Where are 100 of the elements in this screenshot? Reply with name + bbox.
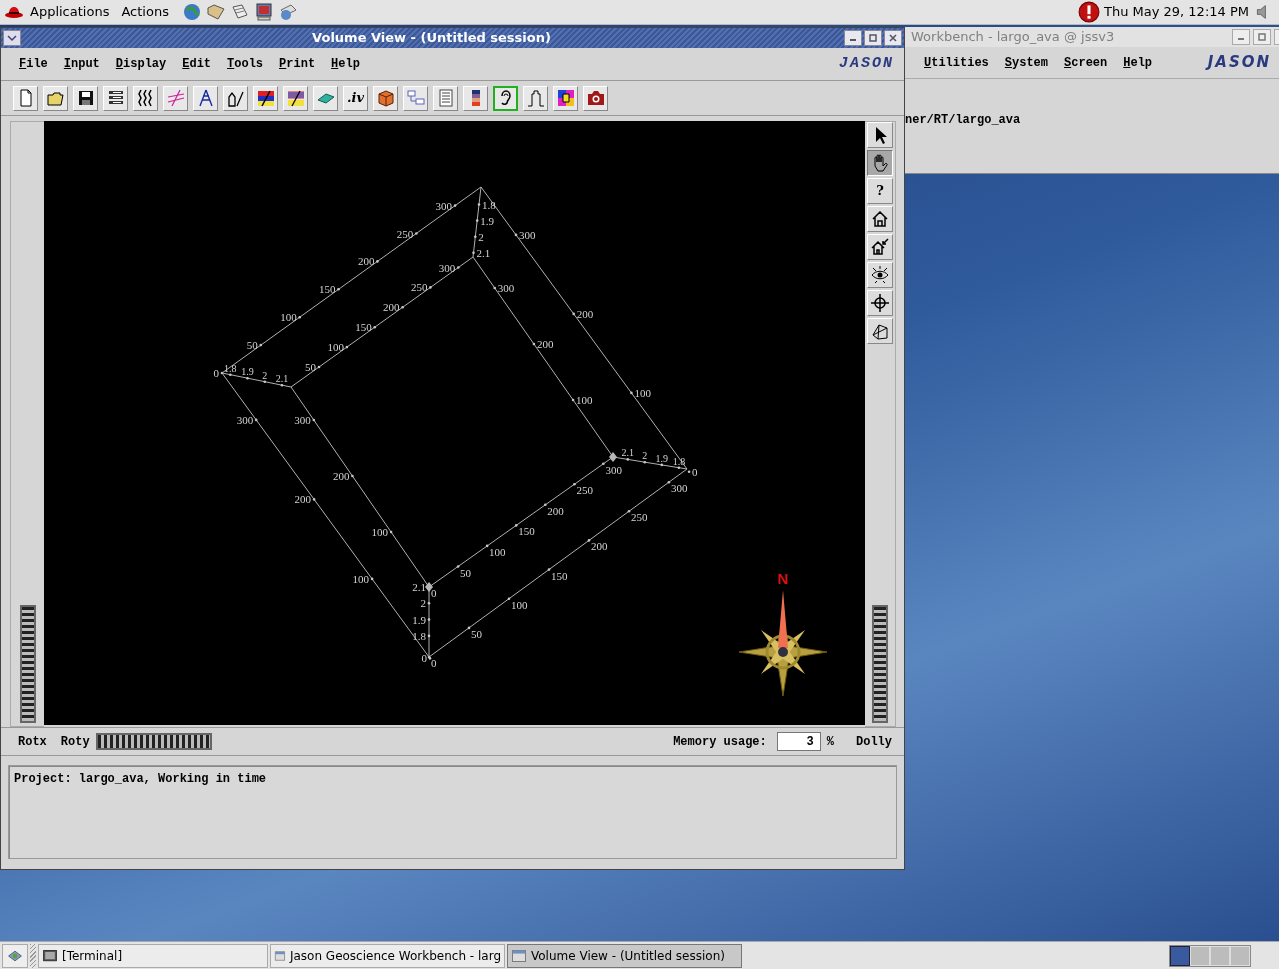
menu-item[interactable]: Edit [182,55,212,73]
axis-label: 200 [357,255,375,268]
axis-label: 150 [551,569,568,582]
axis-label: 300 [670,482,688,495]
menu-item[interactable]: System [1004,53,1049,72]
axis-label: 100 [352,572,370,585]
menu-item[interactable]: Input [63,55,100,73]
axis-label: 0 [431,587,437,599]
crossing-lines-icon [165,88,186,108]
menu-item[interactable]: Help [1123,53,1153,72]
panel-menu[interactable]: Actions [121,2,169,22]
axis-label: 0 [692,465,698,478]
thumbwheel[interactable] [872,605,888,723]
axis-label: 2 [642,450,648,462]
axis-label: 150 [319,283,336,296]
axis-label: 1.9 [655,452,669,464]
axis-label: 2 [478,230,484,243]
unit-label: % [826,733,834,751]
menu-item[interactable]: Screen [1064,53,1108,72]
axis-label: 250 [410,281,428,294]
workspace-cell[interactable] [1170,945,1190,966]
alert-icon[interactable] [1077,1,1100,23]
axis-label: 300 [605,463,622,476]
axis-label: 50 [246,339,258,352]
axis-label: 200 [536,338,554,350]
wheel-label: Roty [60,733,90,751]
axis-label: 300 [497,282,515,294]
axis-label: 100 [280,311,297,324]
toolbar-button[interactable]: .iv [343,85,368,111]
axis-label: 50 [460,566,472,579]
axis-label: 200 [591,540,608,553]
folder-icon[interactable] [204,2,227,22]
task-button[interactable]: Jason Geoscience Workbench - larg [270,943,505,968]
hat-icon[interactable] [4,4,24,20]
axis-label: 2.1 [476,246,491,259]
logo: JASON [1207,52,1271,74]
field-label: Memory usage: [673,733,767,751]
message-text: Project: largo_ava, Working in time [14,771,267,788]
menu-item[interactable]: Display [115,55,167,73]
clock[interactable]: Thu May 29, 12:14 PM [1103,2,1249,22]
axis-label: 300 [236,413,254,426]
path-text: ner/RT/largo_ava [905,112,1021,129]
perspective-icon [870,321,890,341]
striped-bars-icon [285,88,306,108]
axis-label: 50 [305,361,316,373]
axis-label: 2.1 [621,447,635,459]
axis-label: 100 [489,545,506,558]
panel-menu[interactable]: Applications [30,2,110,22]
menu-item[interactable]: Tools [227,55,264,73]
menu-item[interactable]: File [19,55,48,73]
menu-item[interactable]: Print [279,55,316,73]
axis-label: 300 [438,261,456,274]
axis-label: 100 [371,526,389,538]
axis-label: 250 [396,227,414,240]
diagram-icon [405,88,426,108]
maximize-button[interactable] [864,30,882,46]
minimize-button[interactable] [1232,29,1250,45]
axis-label: 250 [576,484,593,497]
window-title: Workbench - largo_ava @ jssv3 [911,28,1115,47]
axis-label: 2.1 [412,581,426,593]
show-desktop-button[interactable] [2,943,28,968]
axis-label: 0 [421,652,427,665]
task-button[interactable]: Volume View - (Untitled session) [507,943,742,968]
axis-label: 1.9 [412,613,426,626]
wheel-label: Dolly [856,733,892,751]
thumbwheel[interactable] [95,733,212,750]
axis-label: 100 [634,386,651,399]
minimize-button[interactable] [844,30,862,46]
toolbar-button[interactable] [493,85,518,111]
peak-icon [525,88,546,108]
axis-label: 1.9 [241,366,254,378]
terminal-icon [42,947,58,964]
axis-label: 1.9 [480,214,494,227]
caret-icon [7,34,17,42]
axis-label: 50 [471,627,482,640]
task-button[interactable]: [Terminal] [38,943,268,968]
view-tool-button[interactable]: ? [867,178,893,204]
maximize-icon [868,33,878,43]
maximize-button[interactable] [1253,29,1271,45]
puzzle-icon [555,88,576,108]
close-button[interactable] [884,30,902,46]
axis-label: 2 [262,369,268,381]
menu-item[interactable]: Help [331,55,360,73]
window-title: Volume View - (Untitled session) [312,29,551,48]
maximize-icon [1257,32,1267,42]
menu-item[interactable]: Utilities [924,53,989,72]
axis-label: 250 [631,511,648,524]
north-label: N [777,570,789,587]
window-menu-button[interactable] [3,30,21,46]
crosshair-icon [870,293,890,313]
axis-label: 1.8 [482,198,496,211]
axis-label: 100 [327,341,344,354]
thumbwheel[interactable] [19,605,36,723]
view-tool-button[interactable] [867,150,893,176]
memory-field[interactable]: 3 [776,732,821,751]
set-home-icon [870,237,890,257]
panel-handle[interactable] [30,943,36,968]
axis-label: 300 [294,414,311,426]
axis-label: 200 [576,307,594,320]
axis-label: 1.8 [224,362,237,374]
